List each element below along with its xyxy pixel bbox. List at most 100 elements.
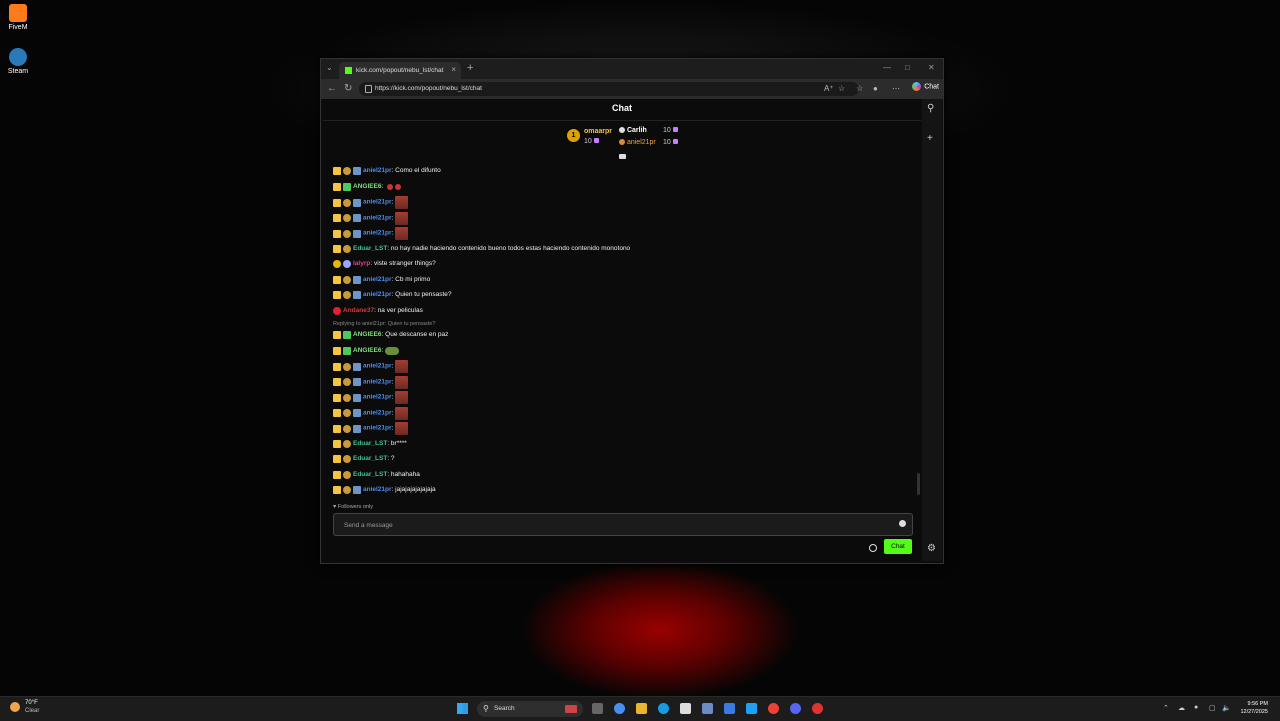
crown-badge-icon[interactable] bbox=[333, 275, 341, 284]
chat-username[interactable]: Andane37 bbox=[343, 307, 374, 314]
chat-username[interactable]: aniel21pr bbox=[363, 276, 392, 283]
chat-message[interactable]: aniel21pr: bbox=[333, 422, 913, 438]
chat-message[interactable]: aniel21pr: bbox=[333, 375, 913, 392]
crown-badge-icon[interactable] bbox=[333, 409, 341, 417]
verified-badge-icon[interactable] bbox=[353, 229, 361, 238]
leaderboard-entry[interactable]: omaarpr bbox=[584, 128, 612, 135]
chat-username[interactable]: aniel21pr bbox=[363, 291, 392, 298]
back-icon[interactable]: ← bbox=[327, 83, 337, 94]
gem-badge-icon[interactable] bbox=[343, 260, 351, 268]
cross-emote-icon[interactable] bbox=[395, 183, 402, 190]
file-explorer-icon[interactable] bbox=[636, 703, 647, 714]
minimize-icon[interactable]: — bbox=[883, 63, 891, 72]
chat-message[interactable]: ANGIEE6: bbox=[333, 345, 913, 361]
crown-badge-icon[interactable] bbox=[333, 229, 341, 238]
gifter-badge-icon[interactable] bbox=[343, 346, 351, 355]
crown-badge-icon[interactable] bbox=[333, 393, 341, 402]
emote-image[interactable] bbox=[395, 227, 409, 240]
emote-image[interactable] bbox=[395, 406, 409, 420]
clock[interactable]: 9:56 PM 12/27/2025 bbox=[1240, 700, 1268, 716]
chat-username[interactable]: aniel21pr bbox=[363, 409, 392, 416]
chat-username[interactable]: lalyrp bbox=[353, 260, 370, 267]
verified-badge-icon[interactable] bbox=[353, 167, 361, 175]
subscriber-badge-icon[interactable] bbox=[343, 470, 351, 479]
gifter-badge-icon[interactable] bbox=[343, 182, 351, 191]
subscriber-badge-icon[interactable] bbox=[343, 291, 351, 299]
chat-message[interactable]: aniel21pr: bbox=[333, 196, 913, 212]
chat-username[interactable]: ANGIEE6 bbox=[353, 331, 382, 338]
verified-badge-icon[interactable] bbox=[353, 214, 361, 222]
chat-message[interactable]: Andane37: na ver peliculas bbox=[333, 305, 913, 321]
new-tab-icon[interactable]: + bbox=[467, 62, 473, 74]
taskbar-search[interactable]: ⚲ Search bbox=[477, 701, 583, 717]
verified-badge-icon[interactable] bbox=[353, 393, 361, 402]
app-icon[interactable] bbox=[724, 703, 735, 714]
tray-chevron-icon[interactable]: ⌃ bbox=[1163, 704, 1169, 712]
subscriber-badge-icon[interactable] bbox=[343, 229, 351, 238]
leaderboard-first[interactable]: 1 bbox=[567, 129, 580, 142]
leaderboard-entry[interactable]: aniel21pr bbox=[619, 139, 656, 146]
store-icon[interactable] bbox=[680, 703, 691, 714]
gifter-badge-icon[interactable] bbox=[343, 331, 351, 339]
message-input[interactable] bbox=[342, 518, 886, 532]
crown-badge-icon[interactable] bbox=[333, 486, 341, 494]
crown-badge-icon[interactable] bbox=[333, 346, 341, 355]
refresh-icon[interactable]: ↻ bbox=[344, 83, 352, 94]
crown-badge-icon[interactable] bbox=[333, 331, 341, 339]
sidebar-add-icon[interactable]: + bbox=[927, 133, 933, 144]
subscriber-badge-icon[interactable] bbox=[343, 424, 351, 433]
favorites-icon[interactable]: ☆ bbox=[856, 84, 863, 93]
chat-message[interactable]: aniel21pr: bbox=[333, 391, 913, 407]
chat-settings-icon[interactable] bbox=[869, 544, 877, 552]
favorite-star-icon[interactable]: ☆ bbox=[838, 84, 845, 93]
subscriber-badge-icon[interactable] bbox=[343, 409, 351, 417]
verified-badge-icon[interactable] bbox=[353, 409, 361, 417]
subscriber-badge-icon[interactable] bbox=[343, 455, 351, 463]
edge-icon[interactable] bbox=[658, 703, 669, 714]
chat-message[interactable]: aniel21pr: jajajajajajajaja bbox=[333, 484, 913, 500]
chat-scrollbar[interactable] bbox=[917, 473, 920, 495]
crown-badge-icon[interactable] bbox=[333, 244, 341, 253]
browser-tab[interactable]: kick.com/popout/nebu_lst/chat × bbox=[339, 62, 461, 79]
chat-username[interactable]: aniel21pr bbox=[363, 394, 392, 401]
verified-badge-icon[interactable] bbox=[353, 378, 361, 386]
subscriber-badge-icon[interactable] bbox=[343, 275, 351, 284]
crown-badge-icon[interactable] bbox=[333, 455, 341, 463]
verified-badge-icon[interactable] bbox=[353, 424, 361, 433]
subscriber-badge-icon[interactable] bbox=[343, 439, 351, 448]
og-badge-icon[interactable] bbox=[333, 260, 341, 268]
chat-message[interactable]: Eduar_LST: hahahaha bbox=[333, 469, 913, 485]
chat-username[interactable]: Eduar_LST bbox=[353, 471, 387, 478]
chat-username[interactable]: aniel21pr bbox=[363, 167, 392, 174]
crown-badge-icon[interactable] bbox=[333, 362, 341, 371]
verified-badge-icon[interactable] bbox=[353, 486, 361, 494]
maximize-icon[interactable]: □ bbox=[905, 63, 910, 72]
message-input-box[interactable] bbox=[333, 513, 913, 536]
emote-image[interactable] bbox=[395, 391, 409, 404]
chat-username[interactable]: Eduar_LST bbox=[353, 455, 387, 462]
crown-badge-icon[interactable] bbox=[333, 378, 341, 386]
crown-badge-icon[interactable] bbox=[333, 214, 341, 222]
chat-message[interactable]: lalyrp: viste stranger things? bbox=[333, 258, 913, 274]
desktop-icon-steam[interactable]: Steam bbox=[0, 48, 38, 75]
badge-icon[interactable] bbox=[333, 306, 341, 315]
crown-badge-icon[interactable] bbox=[333, 182, 341, 191]
chat-username[interactable]: aniel21pr bbox=[363, 486, 392, 493]
task-view-icon[interactable] bbox=[592, 703, 603, 714]
verified-badge-icon[interactable] bbox=[353, 362, 361, 371]
close-tab-icon[interactable]: × bbox=[451, 65, 456, 74]
chat-username[interactable]: Eduar_LST bbox=[353, 440, 387, 447]
verified-badge-icon[interactable] bbox=[353, 275, 361, 284]
cross-emote-icon[interactable] bbox=[387, 183, 394, 190]
tab-list-chevron-icon[interactable]: ⌄ bbox=[326, 63, 333, 72]
sidebar-settings-gear-icon[interactable]: ⚙ bbox=[927, 543, 936, 554]
chat-username[interactable]: ANGIEE6 bbox=[353, 183, 382, 190]
copilot-taskbar-icon[interactable] bbox=[614, 703, 625, 714]
chat-message[interactable]: aniel21pr: bbox=[333, 360, 913, 376]
close-window-icon[interactable]: ✕ bbox=[928, 63, 935, 72]
frog-emote-icon[interactable] bbox=[385, 346, 400, 355]
chat-username[interactable]: aniel21pr bbox=[363, 425, 392, 432]
send-chat-button[interactable]: Chat bbox=[884, 539, 912, 554]
mic-icon[interactable]: ● bbox=[1194, 704, 1198, 711]
chat-username[interactable]: ANGIEE6 bbox=[353, 347, 382, 354]
